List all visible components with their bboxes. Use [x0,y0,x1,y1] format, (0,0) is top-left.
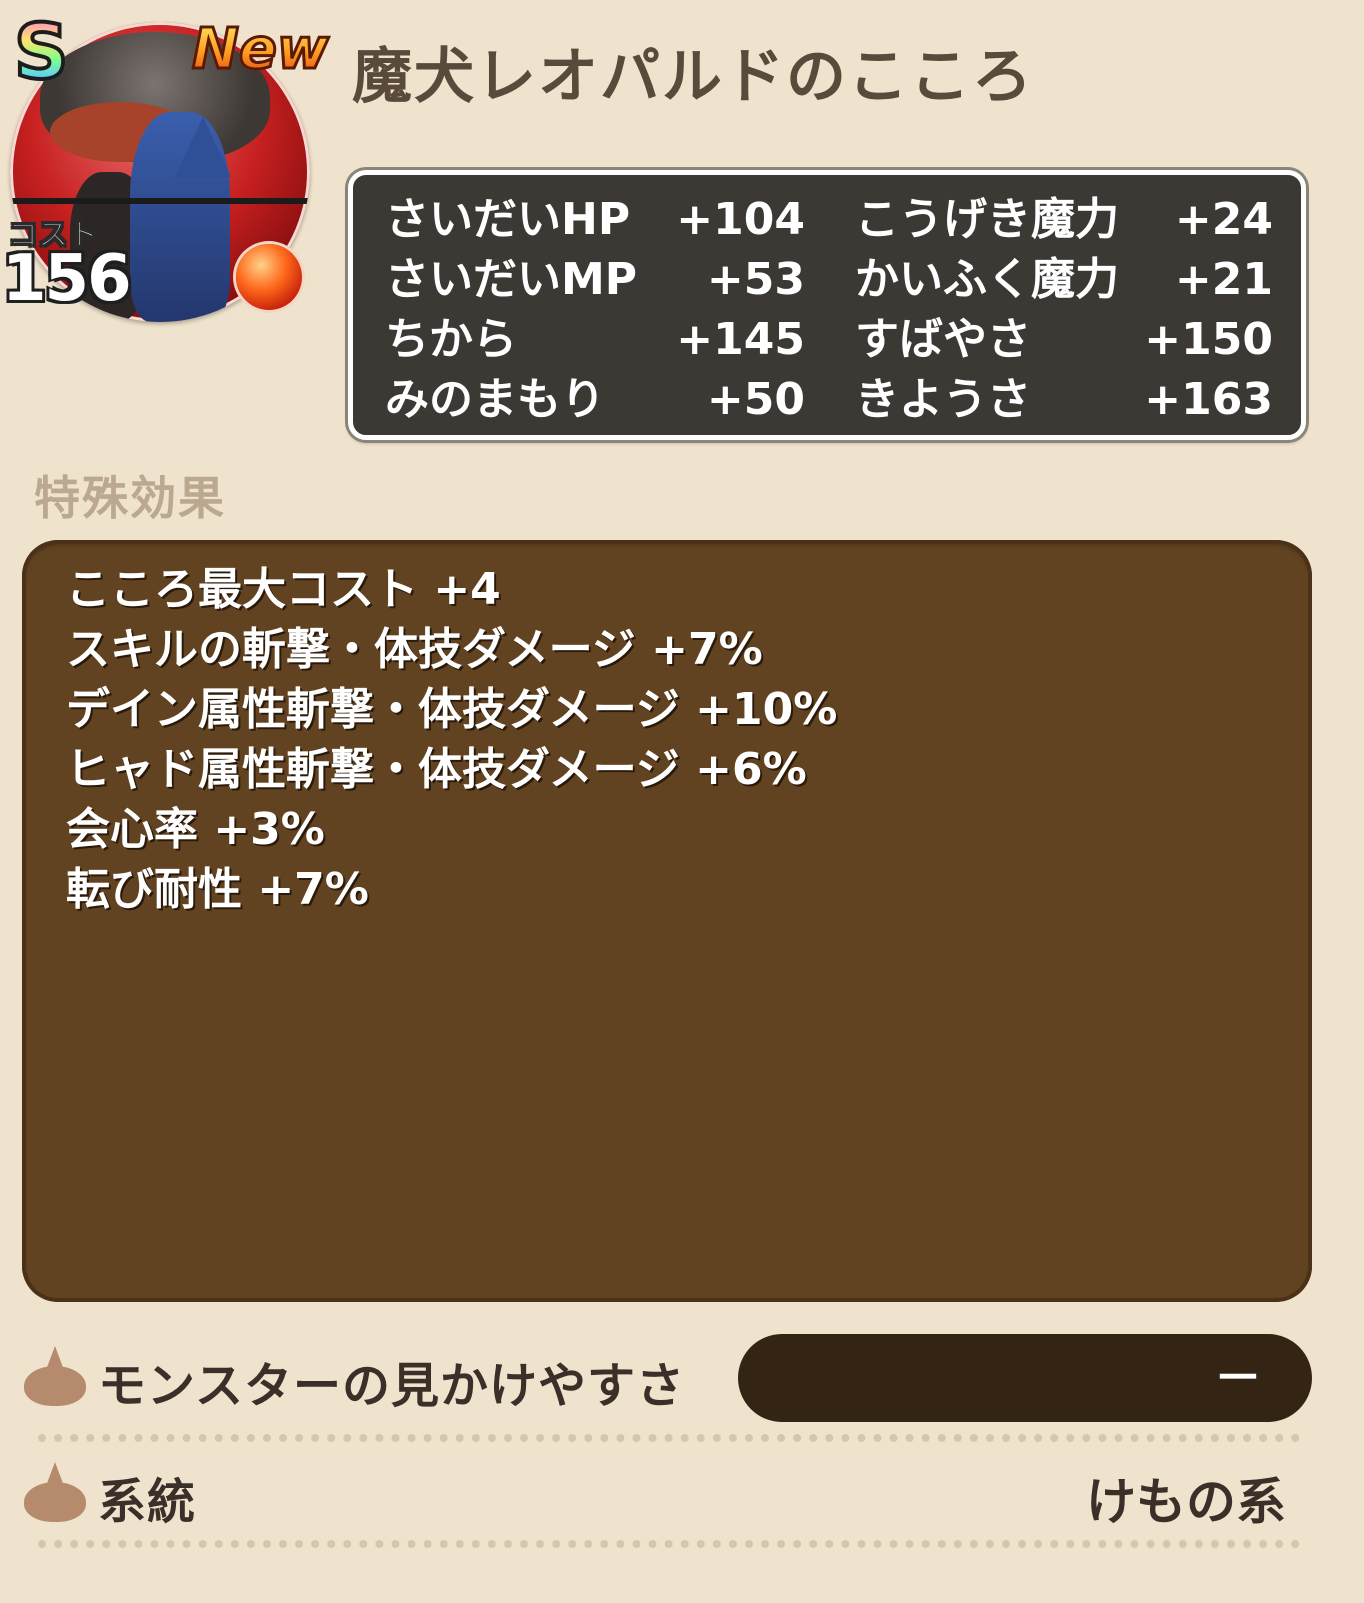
stat-dexterity: きようさ +163 [855,371,1273,429]
drop-icon-body [24,1482,86,1522]
stat-value: +104 [676,194,805,245]
stat-value: +50 [706,374,805,425]
stat-value: +53 [706,254,805,305]
stat-value: +24 [1174,194,1273,245]
stat-value: +163 [1144,374,1273,425]
stat-defense: みのまもり +50 [385,371,805,429]
drop-icon [24,1346,86,1406]
effect-item: スキルの斬撃・体技ダメージ +7% [66,624,763,675]
effect-item: 会心率 +3% [66,804,325,855]
cost-value: 156 [2,242,132,316]
page-title: 魔犬レオパルドのこころ [352,42,1034,112]
special-effects-panel[interactable]: こころ最大コスト +4 スキルの斬撃・体技ダメージ +7% デイン属性斬撃・体技… [22,540,1312,1302]
stat-label: さいだいHP [385,194,631,245]
stat-label: すばやさ [855,314,1031,365]
special-effects-heading: 特殊効果 [34,471,226,525]
stat-agility: すばやさ +150 [855,311,1273,369]
stat-heal-magic: かいふく魔力 +21 [855,251,1273,309]
portrait-beast-head [175,117,231,177]
divider [38,1434,1300,1442]
effect-item: こころ最大コスト +4 [66,564,501,615]
portrait-spear [10,198,310,204]
stat-label: みのまもり [385,374,605,425]
stat-max-mp: さいだいMP +53 [385,251,805,309]
stat-value: +150 [1144,314,1273,365]
stat-label: かいふく魔力 [855,254,1119,305]
drop-icon [24,1462,86,1522]
stat-label: ちから [385,314,517,365]
stat-strength: ちから +145 [385,311,805,369]
stats-panel: さいだいHP +104 さいだいMP +53 ちから +145 みのまもり +5… [348,170,1306,440]
visibility-toggle[interactable]: － [738,1334,1312,1422]
new-badge: New [191,17,331,82]
family-label: 系統 [98,1474,197,1530]
stat-attack-magic: こうげき魔力 +24 [855,191,1273,249]
effect-item: デイン属性斬撃・体技ダメージ +10% [66,684,838,735]
visibility-label: モンスターの見かけやすさ [98,1358,686,1414]
effect-item: 転び耐性 +7% [66,864,369,915]
stat-max-hp: さいだいHP +104 [385,191,805,249]
rank-badge: S [12,7,71,96]
divider [38,1540,1300,1548]
visibility-value: － [1213,1350,1262,1406]
stat-value: +145 [676,314,805,365]
stat-label: さいだいMP [385,254,638,305]
stat-label: こうげき魔力 [855,194,1119,245]
effect-item: ヒャド属性斬撃・体技ダメージ +6% [66,744,807,795]
family-value: けもの系 [1086,1473,1286,1531]
drop-icon-body [24,1366,86,1406]
stat-label: きようさ [855,374,1031,425]
fire-orb-icon [236,244,302,310]
stat-value: +21 [1174,254,1273,305]
